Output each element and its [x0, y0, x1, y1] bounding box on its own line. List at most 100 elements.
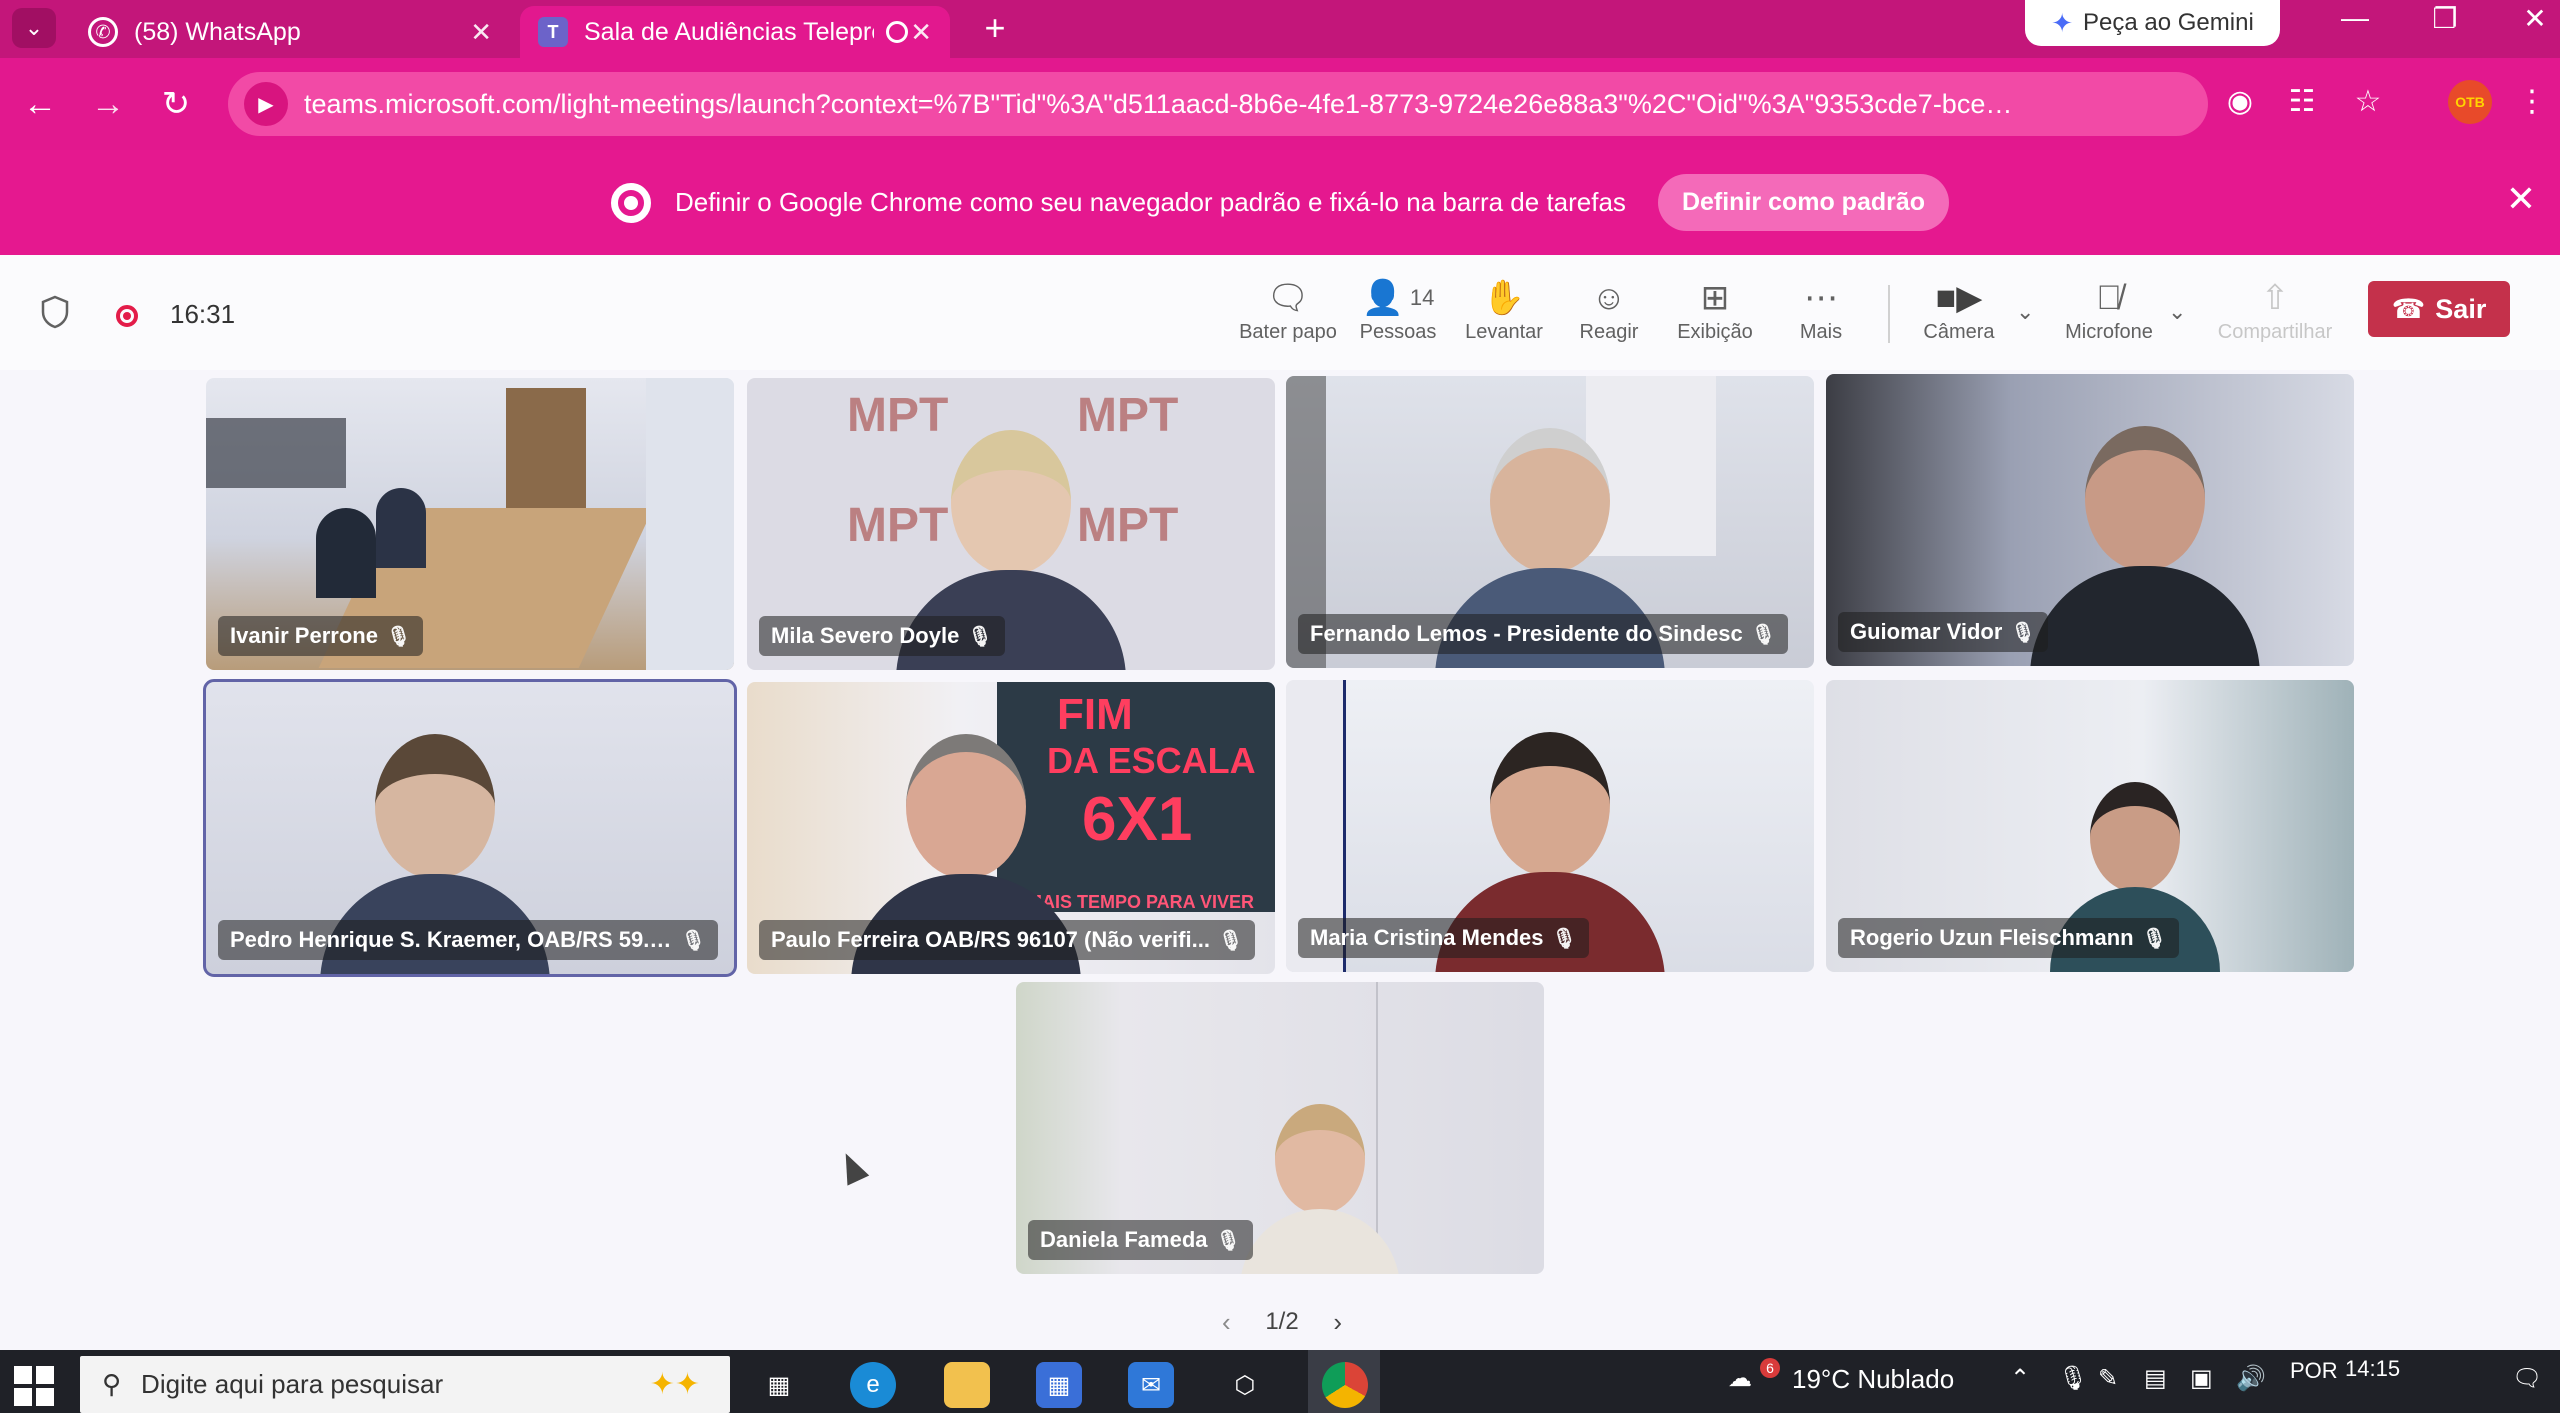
close-icon[interactable]: ✕ [2506, 178, 2536, 220]
participant-tile[interactable]: Guiomar Vidor 🎙 [1826, 374, 2354, 666]
shield-icon[interactable] [40, 295, 70, 329]
participant-tile[interactable]: MPT MPT MPT MPT Mila Severo Doyle 🎙 [747, 378, 1275, 670]
camera-options-chevron-icon[interactable]: ⌄ [2016, 299, 2034, 325]
participant-tile[interactable]: Fernando Lemos - Presidente do Sindesc 🎙 [1286, 376, 1814, 668]
volume-icon[interactable]: 🔊 [2236, 1364, 2266, 1393]
taskbar-clock[interactable]: 14:15 [2345, 1356, 2400, 1382]
react-label: Reagir [1579, 321, 1639, 343]
windows-taskbar: ⚲ Digite aqui para pesquisar ✦✦ ▦ e ▦ ✉ … [0, 1350, 2560, 1413]
close-icon[interactable]: ✕ [470, 17, 492, 48]
minimize-button[interactable]: — [2330, 2, 2380, 34]
mouse-cursor-icon [834, 1148, 870, 1186]
sparkle-icon: ✦✦ [649, 1368, 700, 1401]
leave-button[interactable]: ☎ Sair [2368, 281, 2510, 337]
mail-icon[interactable]: ✉ [1128, 1362, 1174, 1408]
poster-text: FIM [1057, 690, 1133, 739]
task-view-icon[interactable]: ▦ [756, 1362, 802, 1408]
windows-start-icon[interactable] [14, 1366, 54, 1406]
meeting-timer: 16:31 [170, 299, 236, 329]
weather-icon[interactable]: ☁ [1728, 1364, 1752, 1393]
reload-button[interactable]: ↻ [154, 82, 198, 126]
kebab-menu-icon[interactable]: ⋮ [2512, 84, 2552, 119]
tab-teams-meeting[interactable]: T Sala de Audiências Telepres ✕ [520, 6, 950, 58]
mic-off-icon: 🎙̸ [2096, 279, 2122, 317]
file-explorer-icon[interactable] [944, 1362, 990, 1408]
forward-button[interactable]: → [86, 82, 130, 126]
page-indicator: 1/2 [1265, 1308, 1299, 1335]
participant-name: Fernando Lemos - Presidente do Sindesc [1310, 621, 1743, 646]
chevron-up-icon[interactable]: ⌃ [2010, 1364, 2030, 1393]
network-icon[interactable]: ▤ [2144, 1364, 2167, 1393]
participant-tile[interactable]: Daniela Fameda 🎙 [1016, 982, 1544, 1274]
share-button[interactable]: ⇧ Compartilhar [2218, 275, 2332, 355]
people-button[interactable]: 👤 14 Pessoas [1343, 275, 1453, 355]
poster-text: 6X1 [1082, 785, 1193, 854]
microphone-button[interactable]: 🎙̸ Microfone [2054, 275, 2164, 355]
participant-name-tag: Daniela Fameda 🎙 [1028, 1220, 1253, 1260]
mic-icon[interactable]: 🎙 [2058, 1364, 2088, 1393]
camera-button[interactable]: ■▶ Câmera [1904, 275, 2014, 355]
tab-whatsapp[interactable]: ✆ (58) WhatsApp ✕ [70, 6, 510, 58]
app-cube-icon[interactable]: ⬡ [1222, 1362, 1268, 1408]
back-button[interactable]: ← [18, 82, 62, 126]
recording-icon [886, 21, 908, 43]
chat-bubble-icon: 🗨 [1266, 279, 1310, 317]
input-language[interactable]: POR [2290, 1358, 2338, 1384]
mic-off-icon: 🎙 [385, 625, 412, 648]
chevron-right-icon[interactable]: › [1333, 1307, 1342, 1338]
mic-off-icon: 🎙 [2010, 621, 2036, 644]
close-icon[interactable]: ✕ [910, 17, 932, 48]
chat-button[interactable]: 🗨 Bater papo [1233, 275, 1343, 355]
leave-label: Sair [2435, 293, 2487, 324]
mic-off-icon: 🎙 [1551, 927, 1577, 950]
person-icon: 👤 [1361, 279, 1404, 317]
chrome-logo-icon [610, 182, 651, 223]
participant-tile[interactable]: Maria Cristina Mendes 🎙 [1286, 680, 1814, 972]
divider [1888, 285, 1890, 343]
address-bar[interactable]: ▶ teams.microsoft.com/light-meetings/lau… [228, 72, 2208, 136]
people-label: Pessoas [1359, 321, 1437, 343]
view-button[interactable]: ⊞ Exibição [1660, 275, 1770, 355]
profile-avatar[interactable]: OTB [2448, 80, 2492, 124]
chat-label: Bater papo [1239, 321, 1337, 343]
pen-icon[interactable]: ✎ [2098, 1364, 2118, 1393]
mic-options-chevron-icon[interactable]: ⌄ [2168, 299, 2186, 325]
store-icon[interactable]: ▦ [1036, 1362, 1082, 1408]
display-icon[interactable]: ▣ [2190, 1364, 2213, 1393]
more-button[interactable]: ⋯ Mais [1766, 275, 1876, 355]
phone-hangup-icon: ☎ [2391, 293, 2426, 324]
participant-name-tag: Paulo Ferreira OAB/RS 96107 (Não verifi.… [759, 920, 1256, 960]
browser-toolbar: ← → ↻ ▶ teams.microsoft.com/light-meetin… [0, 58, 2560, 150]
chevron-left-icon[interactable]: ‹ [1222, 1307, 1231, 1338]
infobar-message: Definir o Google Chrome como seu navegad… [674, 187, 1626, 217]
react-button[interactable]: ☺ Reagir [1554, 275, 1664, 355]
camera-label: Câmera [1923, 321, 1995, 343]
participant-tile[interactable]: Ivanir Perrone 🎙 [206, 378, 734, 670]
participant-tile[interactable]: FIM DA ESCALA 6X1 MAIS TEMPO PARA VIVER … [747, 682, 1275, 974]
mic-off-icon: 🎙 [1215, 1229, 1241, 1252]
set-default-button[interactable]: Definir como padrão [1657, 174, 1950, 231]
raise-label: Levantar [1465, 321, 1543, 343]
tab-title: Sala de Audiências Telepres [584, 17, 874, 46]
bookmark-star-icon[interactable]: ☆ [2348, 84, 2388, 119]
teams-icon: T [538, 17, 568, 47]
gemini-button[interactable]: ✦ Peça ao Gemini [2025, 0, 2280, 46]
restore-button[interactable]: ❐ [2420, 2, 2470, 35]
participant-tile-speaking[interactable]: Pedro Henrique S. Kraemer, OAB/RS 59.4..… [203, 679, 737, 977]
participant-name: Paulo Ferreira OAB/RS 96107 (Não verifi.… [771, 927, 1210, 952]
edge-icon[interactable]: e [850, 1362, 896, 1408]
tab-search-button[interactable]: ⌄ [12, 8, 56, 48]
url-text[interactable]: teams.microsoft.com/light-meetings/launc… [304, 89, 2024, 120]
taskbar-search-box[interactable]: ⚲ Digite aqui para pesquisar ✦✦ [80, 1356, 730, 1413]
participant-name-tag: Maria Cristina Mendes 🎙 [1298, 918, 1589, 958]
grid-layout-icon: ⊞ [1700, 279, 1730, 317]
notification-icon[interactable]: 🗨 [2512, 1364, 2542, 1393]
translate-icon[interactable]: ☷ [2282, 84, 2322, 119]
new-tab-button[interactable]: + [975, 8, 1015, 48]
participant-tile[interactable]: Rogerio Uzun Fleischmann 🎙 [1826, 680, 2354, 972]
raise-hand-button[interactable]: ✋ Levantar [1449, 275, 1559, 355]
close-window-button[interactable]: ✕ [2510, 2, 2560, 35]
chrome-icon[interactable] [1322, 1362, 1368, 1408]
default-browser-infobar: Definir o Google Chrome como seu navegad… [0, 150, 2560, 255]
lens-icon[interactable]: ◉ [2220, 84, 2260, 119]
